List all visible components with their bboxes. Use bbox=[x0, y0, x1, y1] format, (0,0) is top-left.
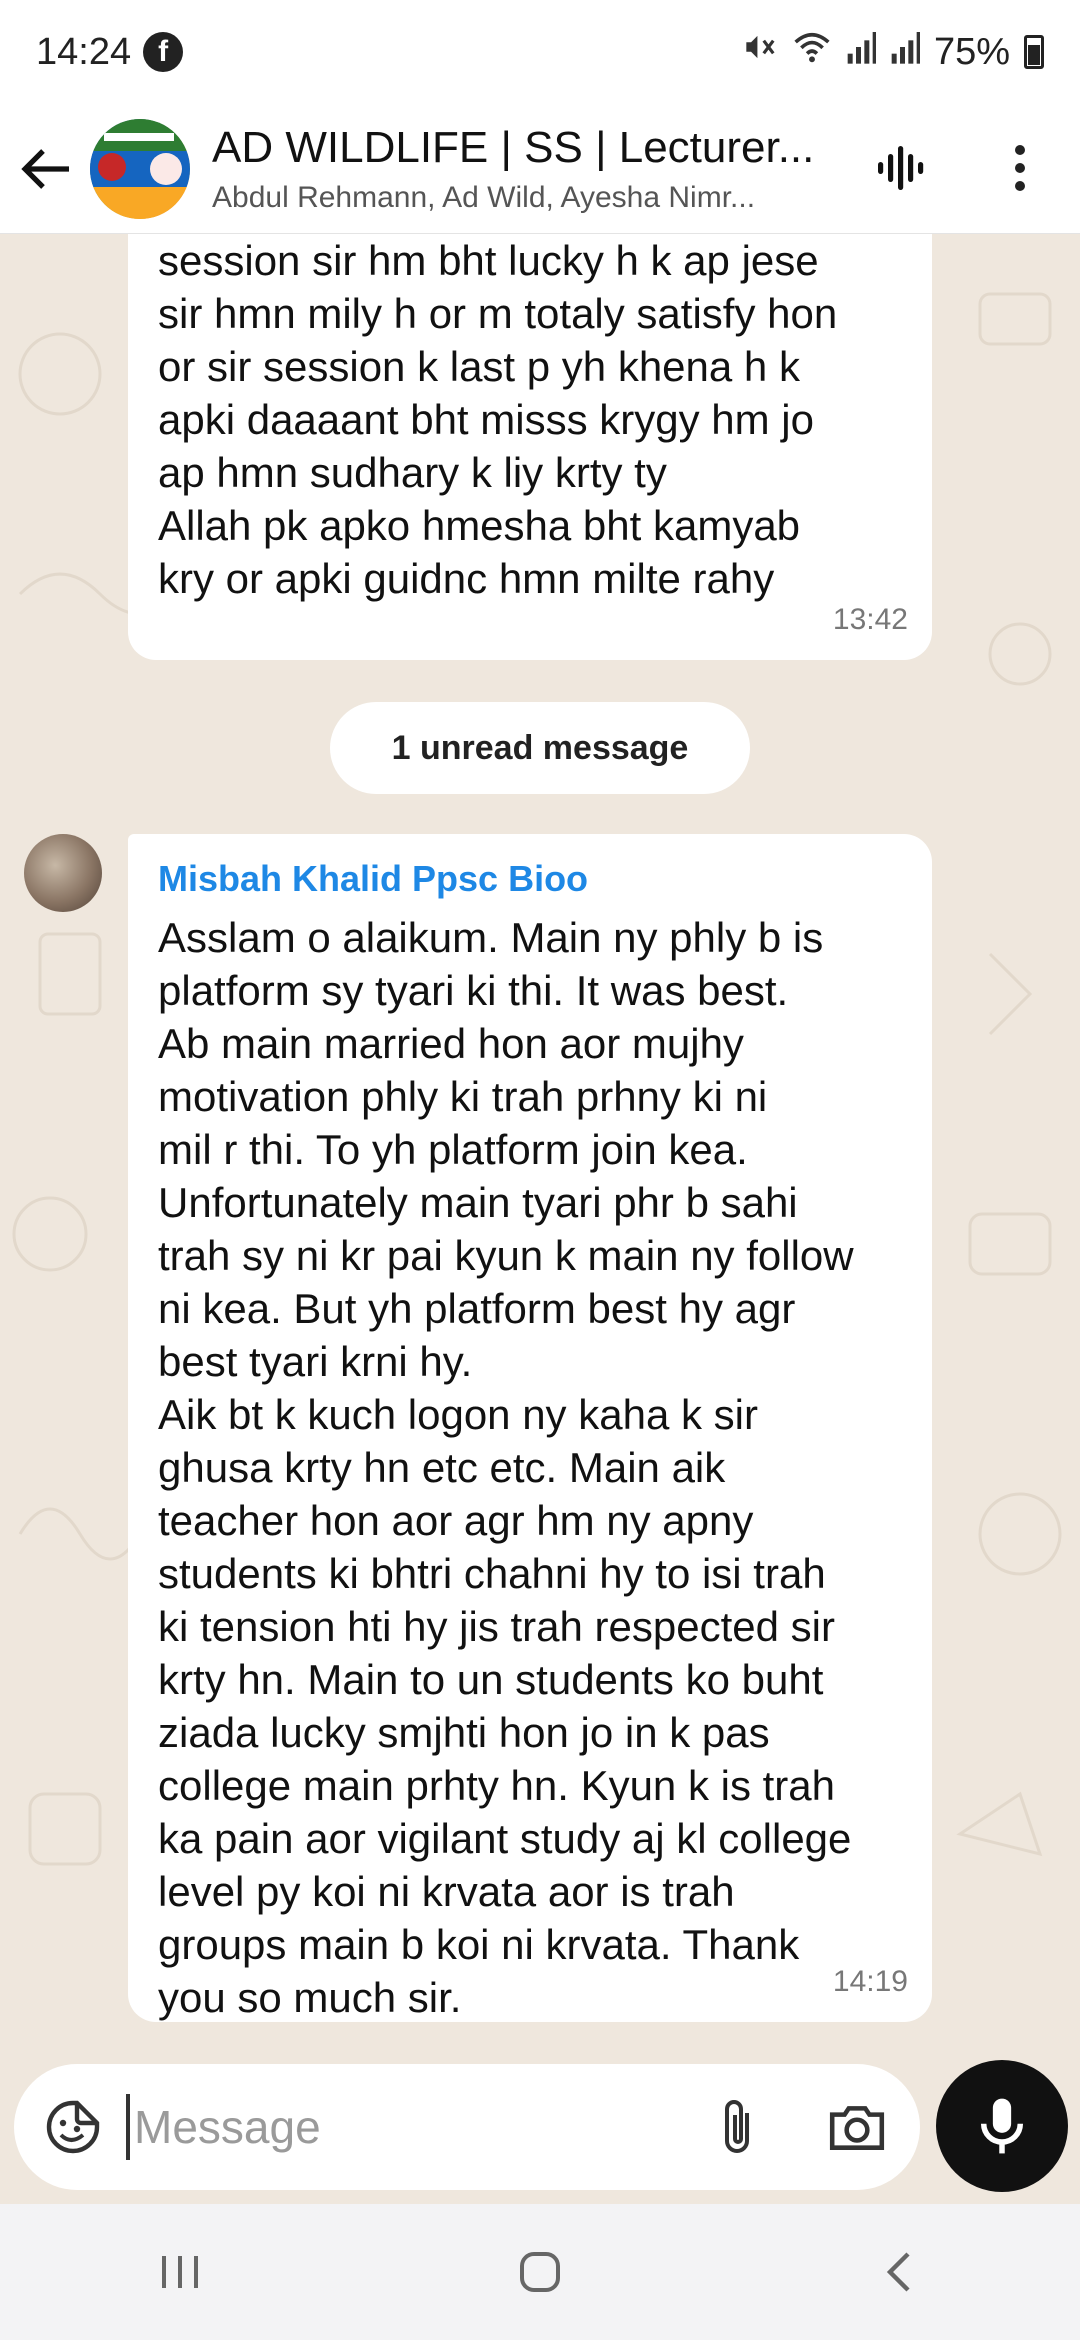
sticker-icon[interactable] bbox=[38, 2092, 108, 2162]
message-text: session sir hm bht lucky h k ap jese sir… bbox=[158, 237, 838, 602]
status-bar: 14:24 f 75% bbox=[0, 0, 1080, 104]
camera-icon[interactable] bbox=[822, 2094, 892, 2160]
sender-avatar[interactable] bbox=[24, 834, 102, 912]
status-right: 75% bbox=[740, 28, 1044, 76]
group-title: AD WILDLIFE | SS | Lecturer... bbox=[212, 122, 815, 172]
more-vertical-icon[interactable] bbox=[990, 138, 1050, 198]
signal-icon bbox=[846, 30, 876, 74]
paperclip-icon[interactable] bbox=[704, 2094, 770, 2160]
message-text: Asslam o alaikum. Main ny phly b is plat… bbox=[158, 914, 854, 2021]
home-icon[interactable] bbox=[480, 2222, 600, 2322]
facebook-icon: f bbox=[143, 32, 184, 72]
text-cursor bbox=[126, 2094, 130, 2160]
battery-percent: 75% bbox=[933, 30, 1010, 73]
chat-area[interactable]: session sir hm bht lucky h k ap jese sir… bbox=[0, 234, 1080, 2054]
message-bubble[interactable]: session sir hm bht lucky h k ap jese sir… bbox=[128, 234, 932, 660]
status-left: 14:24 f bbox=[36, 30, 184, 74]
incoming-message-bubble[interactable]: Misbah Khalid Ppsc Bioo Asslam o alaikum… bbox=[128, 834, 932, 2022]
wifi-icon bbox=[792, 29, 832, 75]
header-text[interactable]: AD WILDLIFE | SS | Lecturer... Abdul Reh… bbox=[212, 123, 852, 215]
voice-call-icon[interactable] bbox=[870, 138, 930, 198]
unread-banner: 1 unread message bbox=[330, 702, 750, 794]
group-avatar[interactable] bbox=[90, 118, 190, 219]
sender-name[interactable]: Misbah Khalid Ppsc Bioo bbox=[158, 852, 902, 905]
recents-icon[interactable] bbox=[120, 2222, 240, 2322]
back-arrow-icon[interactable] bbox=[0, 104, 90, 234]
mute-icon bbox=[740, 28, 778, 76]
message-time: 14:19 bbox=[832, 1965, 908, 1998]
mic-icon[interactable] bbox=[936, 2060, 1068, 2192]
chat-header: AD WILDLIFE | SS | Lecturer... Abdul Reh… bbox=[0, 104, 1080, 234]
signal-icon-2 bbox=[890, 30, 920, 74]
battery-icon bbox=[1024, 35, 1044, 69]
message-input[interactable] bbox=[134, 2100, 654, 2154]
back-icon[interactable] bbox=[840, 2222, 960, 2322]
status-time: 14:24 bbox=[36, 30, 132, 73]
message-composer bbox=[14, 2064, 920, 2190]
group-members: Abdul Rehmann, Ad Wild, Ayesha Nimr... bbox=[212, 180, 756, 214]
system-nav-bar bbox=[0, 2204, 1080, 2340]
message-time: 13:42 bbox=[832, 603, 908, 636]
